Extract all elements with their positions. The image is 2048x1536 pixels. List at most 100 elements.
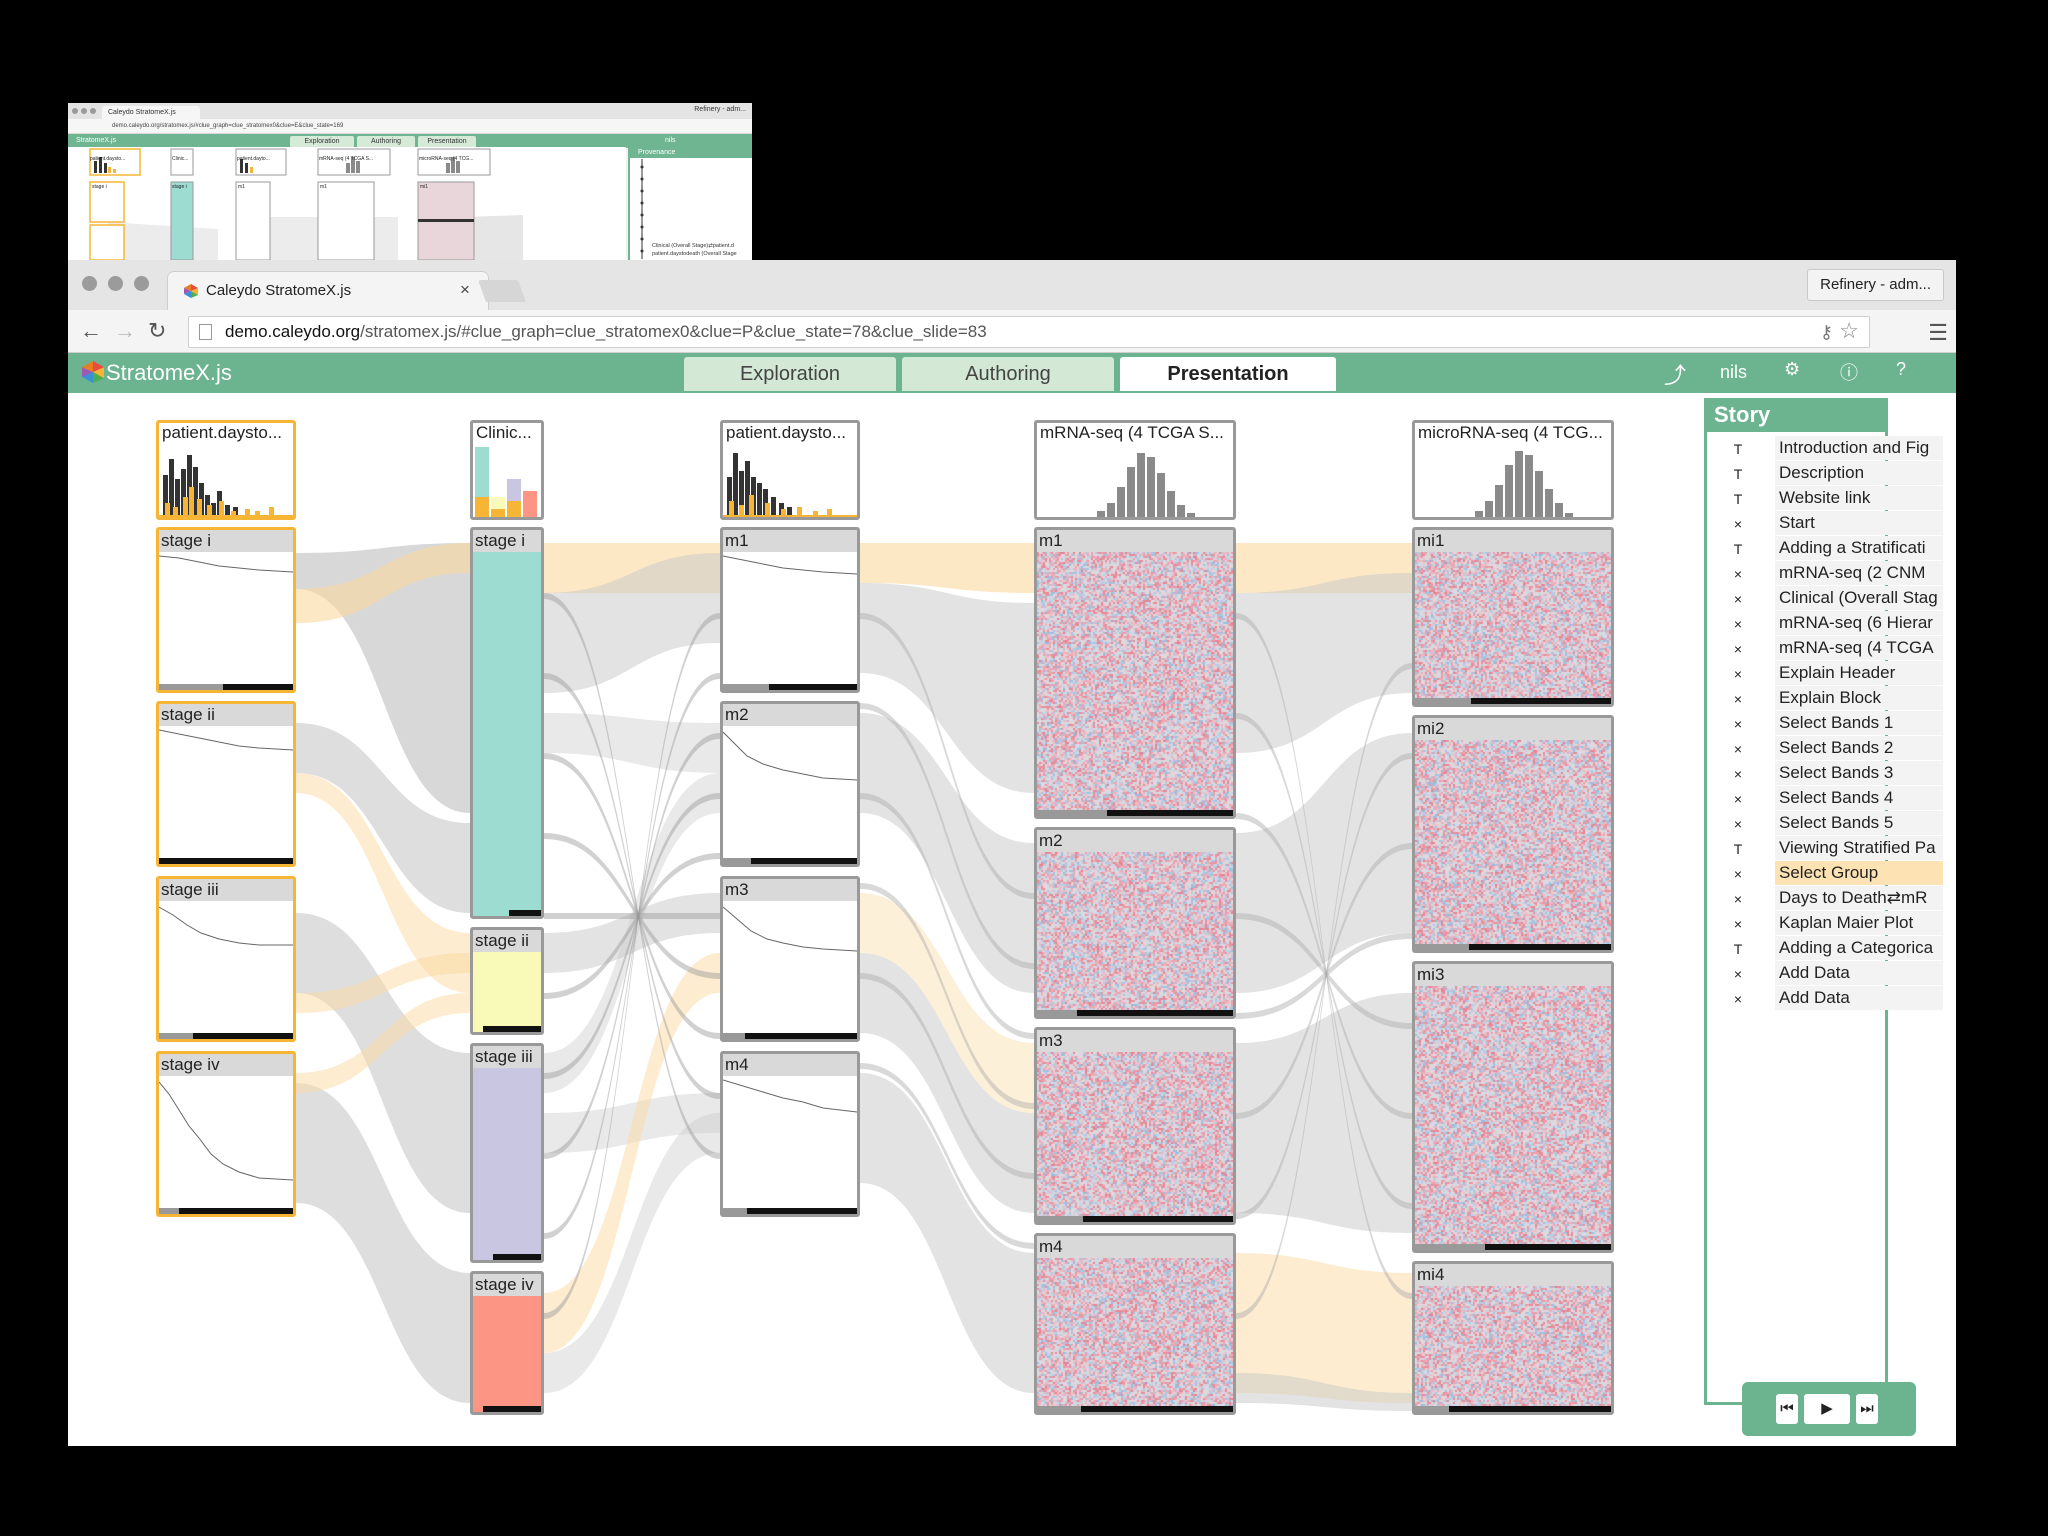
- profile-button[interactable]: Refinery - adm...: [1807, 269, 1944, 301]
- story-item[interactable]: × Start: [1713, 511, 1943, 537]
- play-button[interactable]: ▶: [1804, 1394, 1850, 1424]
- block-stage-iii[interactable]: stage iii: [156, 876, 296, 1042]
- mini-max-dot: [90, 108, 96, 114]
- app-name: StratomeX.js: [106, 360, 232, 385]
- block-clinical-stage-iv[interactable]: stage iv: [470, 1271, 544, 1415]
- url-input[interactable]: demo.caleydo.org/stratomex.js/#clue_grap…: [188, 316, 1870, 348]
- story-item[interactable]: × Select Group: [1713, 861, 1943, 887]
- tab-presentation[interactable]: Presentation: [1120, 357, 1336, 391]
- forward-arrow-icon[interactable]: →: [114, 318, 136, 344]
- story-item[interactable]: T Introduction and Fig: [1713, 436, 1943, 462]
- block-m4[interactable]: m4: [720, 1051, 860, 1217]
- relation-band[interactable]: [1236, 993, 1412, 1233]
- story-item[interactable]: T Description: [1713, 461, 1943, 487]
- block-mirna-mi2[interactable]: mi2: [1412, 715, 1614, 953]
- mini-tab[interactable]: Caleydo StratomeX.js: [102, 106, 200, 119]
- previous-slide-button[interactable]: ⏮: [1776, 1394, 1798, 1424]
- block-label: m4: [1037, 1236, 1233, 1258]
- story-item[interactable]: × Select Bands 1: [1713, 711, 1943, 737]
- story-item[interactable]: T Viewing Stratified Pa: [1713, 836, 1943, 862]
- block-clinical-stage-i[interactable]: stage i: [470, 527, 544, 919]
- mini-block4: m1: [320, 184, 327, 190]
- block-m1[interactable]: m1: [720, 527, 860, 693]
- story-item[interactable]: × Clinical (Overall Stag: [1713, 586, 1943, 612]
- story-item[interactable]: × mRNA-seq (4 TCGA: [1713, 636, 1943, 662]
- mini-user[interactable]: nils: [665, 134, 676, 148]
- mini-profile[interactable]: Refinery - adm...: [694, 106, 746, 113]
- block-mrna-m4[interactable]: m4: [1034, 1233, 1236, 1415]
- block-mirna-mi4[interactable]: mi4: [1412, 1261, 1614, 1415]
- url-path: /stratomex.js/#clue_graph=clue_stratomex…: [360, 322, 987, 341]
- mini-url[interactable]: demo.caleydo.org/stratomex.js/#clue_grap…: [68, 119, 752, 134]
- column-header-4[interactable]: mRNA-seq (4 TCGA S...: [1034, 420, 1236, 520]
- block-clinical-stage-iii[interactable]: stage iii: [470, 1043, 544, 1263]
- stratomex-logo-icon: [82, 361, 104, 383]
- block-mrna-m1[interactable]: m1: [1034, 527, 1236, 819]
- block-stage-iv[interactable]: stage iv: [156, 1051, 296, 1217]
- back-arrow-icon[interactable]: ←: [80, 318, 102, 344]
- mini-tab-exploration[interactable]: Exploration: [290, 136, 354, 147]
- column-header-3[interactable]: patient.daysto...: [720, 420, 860, 520]
- block-label: stage iv: [159, 1054, 293, 1076]
- window-close-button[interactable]: [82, 276, 97, 291]
- window-minimize-button[interactable]: [108, 276, 123, 291]
- column-header-1[interactable]: patient.daysto...: [156, 420, 296, 520]
- story-item[interactable]: × Days to Death⇄mR: [1713, 886, 1943, 912]
- relation-band[interactable]: [1236, 573, 1412, 753]
- settings-gear-icon[interactable]: ⚙: [1784, 359, 1800, 380]
- block-clinical-stage-ii[interactable]: stage ii: [470, 927, 544, 1035]
- story-item[interactable]: T Adding a Stratificati: [1713, 536, 1943, 562]
- mini-canvas-graphic: [89, 148, 523, 260]
- story-item[interactable]: × Kaplan Maier Plot: [1713, 911, 1943, 937]
- story-item[interactable]: × Select Bands 5: [1713, 811, 1943, 837]
- story-item[interactable]: × Select Bands 2: [1713, 736, 1943, 762]
- mini-prov-item-2[interactable]: patient.daystodeath (Overall Stage: [652, 251, 737, 257]
- story-item[interactable]: × mRNA-seq (2 CNM: [1713, 561, 1943, 587]
- block-m3[interactable]: m3: [720, 876, 860, 1042]
- block-mirna-mi1[interactable]: mi1: [1412, 527, 1614, 707]
- story-item[interactable]: × Select Bands 4: [1713, 786, 1943, 812]
- relation-band[interactable]: [544, 913, 720, 919]
- story-item-label: Kaplan Maier Plot: [1775, 911, 1943, 935]
- story-item[interactable]: × Add Data: [1713, 986, 1943, 1012]
- story-item[interactable]: × Select Bands 3: [1713, 761, 1943, 787]
- reload-icon[interactable]: ↻: [148, 318, 166, 344]
- provenance-branch-icon[interactable]: ⤴: [1664, 358, 1686, 390]
- mini-prov-item-1[interactable]: Clinical (Overall Stage)⇄patient.d: [652, 243, 734, 249]
- block-label: m1: [1037, 530, 1233, 552]
- story-item[interactable]: T Adding a Categorica: [1713, 936, 1943, 962]
- story-item[interactable]: × Explain Block: [1713, 686, 1943, 712]
- browser-tab[interactable]: Caleydo StratomeX.js ×: [168, 272, 488, 310]
- tab-authoring[interactable]: Authoring: [902, 357, 1114, 391]
- info-icon[interactable]: ⓘ: [1840, 359, 1858, 385]
- block-mrna-m3[interactable]: m3: [1034, 1027, 1236, 1225]
- story-item[interactable]: × mRNA-seq (6 Hierar: [1713, 611, 1943, 637]
- block-mrna-m2[interactable]: m2: [1034, 827, 1236, 1019]
- mini-provenance-panel: Provenance Clinical (Overall Stage)⇄pati…: [628, 147, 752, 260]
- bookmark-star-icon[interactable]: ☆: [1839, 316, 1859, 346]
- story-item[interactable]: T Website link: [1713, 486, 1943, 512]
- block-stage-ii[interactable]: stage ii: [156, 701, 296, 867]
- tab-close-icon[interactable]: ×: [460, 280, 470, 300]
- story-item[interactable]: × Add Data: [1713, 961, 1943, 987]
- mini-tab-authoring[interactable]: Authoring: [357, 136, 415, 147]
- column-header-2[interactable]: Clinic...: [470, 420, 544, 520]
- new-tab-button[interactable]: [477, 280, 527, 302]
- next-slide-button[interactable]: ⏭: [1856, 1394, 1878, 1424]
- mini-tab-presentation[interactable]: Presentation: [418, 136, 476, 147]
- column-header-5[interactable]: microRNA-seq (4 TCG...: [1412, 420, 1614, 520]
- block-m2[interactable]: m2: [720, 701, 860, 867]
- block-mirna-mi3[interactable]: mi3: [1412, 961, 1614, 1253]
- story-item[interactable]: × Explain Header: [1713, 661, 1943, 687]
- browser-menu-icon[interactable]: ☰: [1928, 320, 1948, 346]
- window-maximize-button[interactable]: [134, 276, 149, 291]
- user-name[interactable]: nils: [1720, 362, 1747, 383]
- key-icon[interactable]: ⚷: [1820, 317, 1833, 347]
- tab-exploration[interactable]: Exploration: [684, 357, 896, 391]
- story-title: Story: [1704, 398, 1888, 432]
- block-stage-i[interactable]: stage i: [156, 527, 296, 693]
- mini-min-dot: [81, 108, 87, 114]
- stratomex-canvas: patient.daysto... Clinic... patient.days…: [68, 393, 1698, 1446]
- caleydo-favicon-icon: [184, 284, 198, 298]
- help-icon[interactable]: ?: [1896, 359, 1906, 380]
